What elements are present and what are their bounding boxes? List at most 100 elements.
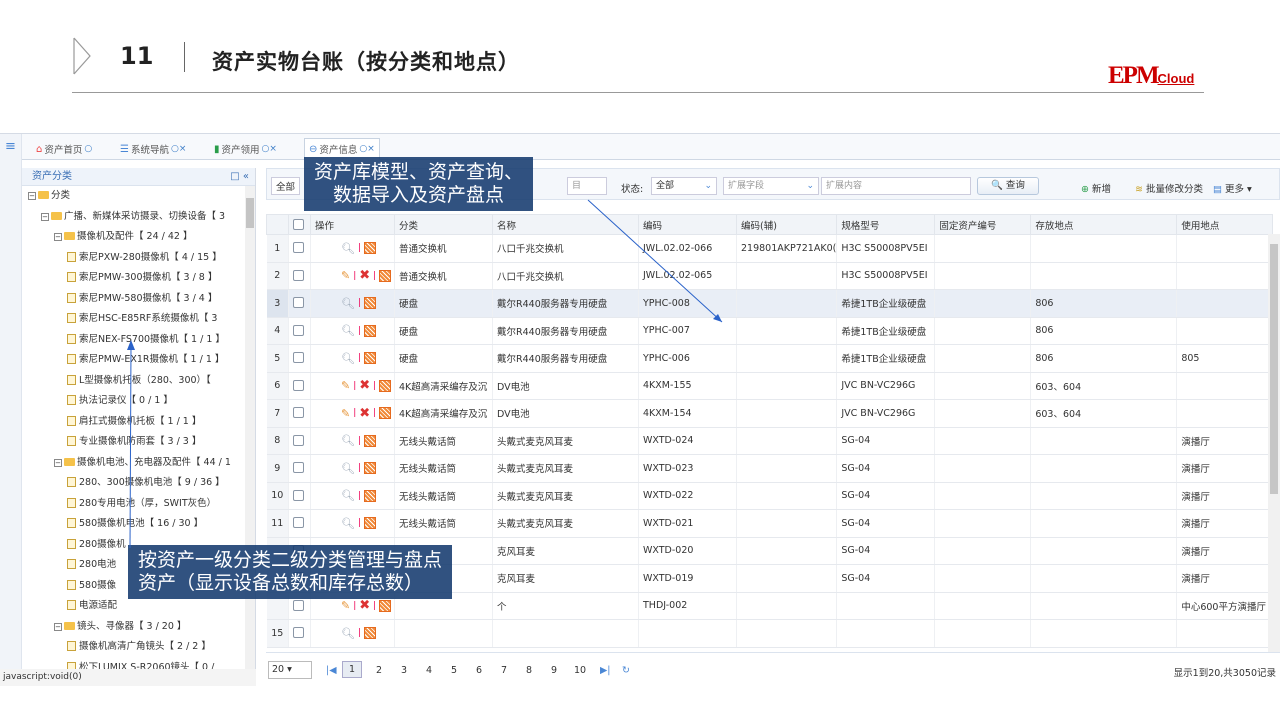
col-store-location[interactable]: 存放地点	[1030, 214, 1178, 235]
view-icon[interactable]: 🔍︎	[341, 489, 355, 502]
tree-item[interactable]: 索尼HSC-E85RF系统摄像机【 3	[22, 309, 255, 330]
view-icon[interactable]: 🔍︎	[341, 352, 355, 365]
add-button[interactable]: ⊕ 新增	[1081, 181, 1111, 195]
filter-field[interactable]: 目	[567, 177, 607, 195]
delete-icon[interactable]: ✖	[359, 598, 370, 613]
all-filter-button[interactable]: 全部	[271, 177, 301, 195]
row-checkbox[interactable]	[288, 399, 311, 428]
tree-item[interactable]: 索尼PXW-280摄像机【 4 / 15 】	[22, 248, 255, 269]
row-checkbox[interactable]	[288, 427, 311, 455]
more-button[interactable]: ▤ 更多 ▾	[1213, 181, 1252, 195]
refresh-icon[interactable]: ↻	[622, 665, 630, 676]
page-10[interactable]: 10	[574, 665, 586, 676]
qrcode-icon[interactable]	[364, 627, 377, 640]
close-icon[interactable]: ○×	[171, 144, 186, 154]
qrcode-icon[interactable]	[364, 434, 377, 447]
table-row[interactable]: 1 🔍︎ | 普通交换机 八口千兆交换机 JWL.02.02-066 219801AKP72…	[266, 234, 1274, 263]
close-icon[interactable]: ○	[84, 144, 92, 154]
view-icon[interactable]: 🔍︎	[341, 434, 355, 447]
row-checkbox[interactable]	[288, 262, 311, 290]
edit-icon[interactable]: ✎	[341, 379, 350, 392]
tree-item[interactable]: 执法记录仪【 0 / 1 】	[22, 391, 255, 412]
table-row[interactable]: 6 ✎ | ✖ | 4K超高清采编存及沉 DV电池 4KXM-155 JVC BN-VC296G…	[266, 372, 1274, 400]
table-row[interactable]: 5 🔍︎ | 硬盘 戴尔R440服务器专用硬盘 YPHC-006 希捷1TB企业级硬盘 806…	[266, 344, 1274, 373]
col-category[interactable]: 分类	[394, 214, 493, 235]
delete-icon[interactable]: ✖	[359, 406, 370, 421]
col-code[interactable]: 编码	[638, 214, 737, 235]
qrcode-icon[interactable]	[364, 297, 377, 310]
tree-item[interactable]: 索尼NEX-FS700摄像机【 1 / 1 】	[22, 330, 255, 351]
tab-nav[interactable]: ☰ 系统导航 ○×	[120, 138, 186, 160]
tree-item[interactable]: − 摄像机电池、充电器及配件【 44 / 1	[22, 453, 255, 474]
edit-icon[interactable]: ✎	[341, 269, 350, 282]
status-select[interactable]: 全部 ⌄	[651, 177, 717, 195]
view-icon[interactable]: 🔍︎	[341, 242, 355, 255]
edit-icon[interactable]: ✎	[341, 599, 350, 612]
tree-item[interactable]: − 摄像机及配件【 24 / 42 】	[22, 227, 255, 248]
table-row[interactable]: 10 🔍︎ | 无线头戴话筒 头戴式麦克风耳麦 WXTD-022 SG-04 演播厅	[266, 482, 1274, 510]
collapse-toggle-icon[interactable]: −	[54, 622, 62, 631]
view-icon[interactable]: 🔍︎	[341, 324, 355, 337]
batch-edit-button[interactable]: ≋ 批量修改分类	[1135, 181, 1203, 195]
close-icon[interactable]: ○×	[262, 144, 277, 154]
qrcode-icon[interactable]	[379, 269, 392, 282]
table-row[interactable]: 15 🔍︎ |	[266, 619, 1274, 648]
page-2[interactable]: 2	[376, 665, 382, 676]
page-5[interactable]: 5	[451, 665, 457, 676]
ext-content-input[interactable]: 扩展内容	[821, 177, 971, 195]
col-fixed-no[interactable]: 固定资产编号	[934, 214, 1032, 235]
row-checkbox[interactable]	[288, 454, 311, 483]
tree-item[interactable]: 索尼PMW-300摄像机【 3 / 8 】	[22, 268, 255, 289]
col-code2[interactable]: 编码(辅)	[735, 214, 838, 235]
first-page-icon[interactable]: |◀	[326, 665, 337, 676]
view-icon[interactable]: 🔍︎	[341, 517, 355, 530]
delete-icon[interactable]: ✖	[359, 268, 370, 283]
tree-item[interactable]: 摄像机高清广角镜头【 2 / 2 】	[22, 637, 255, 658]
qrcode-icon[interactable]	[364, 352, 377, 365]
tree-item[interactable]: 索尼PMW-EX1R摄像机【 1 / 1 】	[22, 350, 255, 371]
ext-field-select[interactable]: 扩展字段 ⌄	[723, 177, 819, 195]
tree-item[interactable]: 580摄像机电池【 16 / 30 】	[22, 514, 255, 535]
collapse-toggle-icon[interactable]: −	[54, 458, 62, 467]
page-4[interactable]: 4	[426, 665, 432, 676]
qrcode-icon[interactable]	[364, 242, 377, 255]
close-icon[interactable]: ○×	[359, 144, 374, 154]
row-checkbox[interactable]	[288, 509, 311, 538]
search-button[interactable]: 🔍 查询	[977, 177, 1039, 195]
page-7[interactable]: 7	[501, 665, 507, 676]
table-row[interactable]: 2 ✎ | ✖ | 普通交换机 八口千兆交换机 JWL.02.02-065 H3C S50008…	[266, 262, 1274, 290]
qrcode-icon[interactable]	[364, 462, 377, 475]
qrcode-icon[interactable]	[364, 489, 377, 502]
edit-icon[interactable]: ✎	[341, 407, 350, 420]
view-icon[interactable]: 🔍︎	[341, 297, 355, 310]
table-row[interactable]: 3 🔍︎ | 硬盘 戴尔R440服务器专用硬盘 YPHC-008 希捷1TB企业级硬盘 806	[266, 289, 1274, 318]
row-checkbox[interactable]	[288, 234, 311, 263]
collapse-toggle-icon[interactable]: −	[41, 212, 49, 221]
tree-item[interactable]: − 分类	[22, 186, 255, 207]
col-spec[interactable]: 规格型号	[836, 214, 936, 235]
table-row[interactable]: 4 🔍︎ | 硬盘 戴尔R440服务器专用硬盘 YPHC-007 希捷1TB企业级硬盘 806	[266, 317, 1274, 345]
last-page-icon[interactable]: ▶|	[600, 665, 611, 676]
col-use-location[interactable]: 使用地点	[1176, 214, 1274, 235]
row-checkbox[interactable]	[288, 482, 311, 510]
tree-item[interactable]: 电源适配	[22, 596, 255, 617]
row-checkbox[interactable]	[288, 619, 311, 648]
qrcode-icon[interactable]	[364, 324, 377, 337]
select-all-checkbox[interactable]	[288, 214, 311, 235]
tab-receive[interactable]: ▮ 资产领用 ○×	[214, 138, 277, 160]
row-checkbox[interactable]	[288, 344, 311, 373]
tree-item[interactable]: − 镜头、寻像器【 3 / 20 】	[22, 617, 255, 638]
collapse-toggle-icon[interactable]: −	[54, 233, 62, 241]
tree-item[interactable]: L型摄像机托板（280、300）【	[22, 371, 255, 392]
col-name[interactable]: 名称	[492, 214, 639, 235]
tab-home[interactable]: ⌂ 资产首页 ○	[36, 138, 92, 160]
col-ops[interactable]: 操作	[310, 214, 395, 235]
row-checkbox[interactable]	[288, 372, 311, 400]
row-checkbox[interactable]	[288, 289, 311, 318]
view-icon[interactable]: 🔍︎	[341, 462, 355, 475]
tree-item[interactable]: 280专用电池（厚，SWIT灰色）	[22, 494, 255, 515]
tree-item[interactable]: 280、300摄像机电池【 9 / 36 】	[22, 473, 255, 494]
tree-item[interactable]: 索尼PMW-580摄像机【 3 / 4 】	[22, 289, 255, 310]
tree-item[interactable]: 专业摄像机防雨套【 3 / 3 】	[22, 432, 255, 453]
table-row[interactable]: 11 🔍︎ | 无线头戴话筒 头戴式麦克风耳麦 WXTD-021 SG-04 演播厅	[266, 509, 1274, 538]
